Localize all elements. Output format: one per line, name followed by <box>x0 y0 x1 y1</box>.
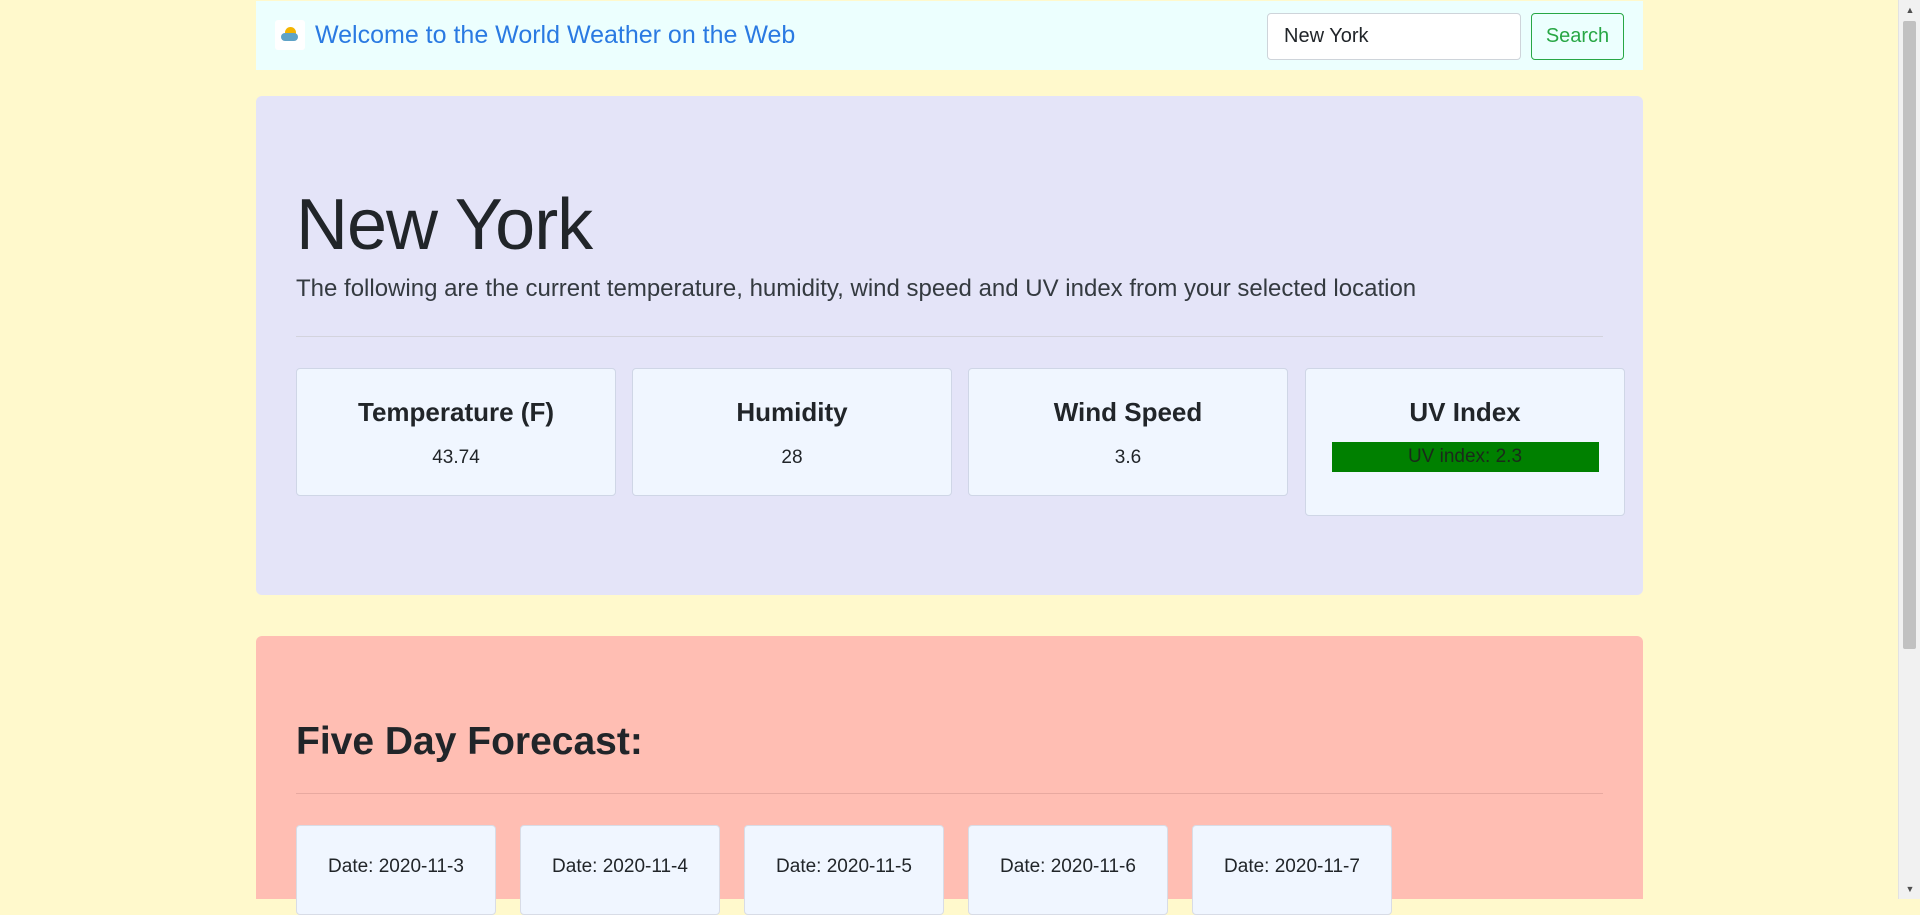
forecast-date: Date: 2020-11-3 <box>328 856 464 877</box>
wind-speed-label: Wind Speed <box>1053 397 1203 427</box>
scroll-up-icon[interactable]: ▲ <box>1899 0 1920 20</box>
uv-index-label: UV Index <box>1409 397 1521 427</box>
humidity-label: Humidity <box>736 397 848 427</box>
search-button[interactable]: Search <box>1531 13 1624 60</box>
humidity-card: Humidity 28 <box>632 368 952 496</box>
sun-behind-cloud-icon <box>275 20 305 50</box>
uv-index-badge: UV index: 2.3 <box>1331 442 1599 472</box>
forecast-date: Date: 2020-11-7 <box>1224 856 1360 877</box>
current-weather-description: The following are the current temperatur… <box>296 275 1417 302</box>
navbar: Welcome to the World Weather on the Web … <box>256 1 1643 70</box>
uv-index-card: UV Index UV index: 2.3 <box>1305 368 1625 516</box>
forecast-day-card: Date: 2020-11-3 <box>296 825 496 915</box>
forecast-date: Date: 2020-11-5 <box>776 856 912 877</box>
forecast-day-card: Date: 2020-11-4 <box>520 825 720 915</box>
forecast-day-card: Date: 2020-11-7 <box>1192 825 1392 915</box>
forecast-day-card: Date: 2020-11-5 <box>744 825 944 915</box>
forecast-date: Date: 2020-11-4 <box>552 856 688 877</box>
brand-title[interactable]: Welcome to the World Weather on the Web <box>315 21 795 50</box>
city-name: New York <box>296 185 593 265</box>
wind-speed-card: Wind Speed 3.6 <box>968 368 1288 496</box>
temperature-value: 43.74 <box>432 447 480 468</box>
divider <box>296 793 1603 794</box>
wind-speed-value: 3.6 <box>1114 447 1142 468</box>
forecast-title: Five Day Forecast: <box>296 720 643 763</box>
brand-link[interactable]: Welcome to the World Weather on the Web <box>275 20 795 50</box>
page-scrollbar[interactable]: ▲ ▼ <box>1898 0 1920 899</box>
city-search-input[interactable] <box>1267 13 1521 60</box>
forecast-day-card: Date: 2020-11-6 <box>968 825 1168 915</box>
humidity-value: 28 <box>781 447 803 468</box>
scrollbar-thumb[interactable] <box>1903 21 1916 649</box>
temperature-label: Temperature (F) <box>358 397 554 427</box>
temperature-card: Temperature (F) 43.74 <box>296 368 616 496</box>
five-day-forecast-panel: Five Day Forecast: Date: 2020-11-3 Date:… <box>256 636 1643 915</box>
forecast-date: Date: 2020-11-6 <box>1000 856 1136 877</box>
scroll-down-icon[interactable]: ▼ <box>1899 879 1920 899</box>
divider <box>296 336 1603 337</box>
current-weather-panel: New York The following are the current t… <box>256 96 1643 595</box>
